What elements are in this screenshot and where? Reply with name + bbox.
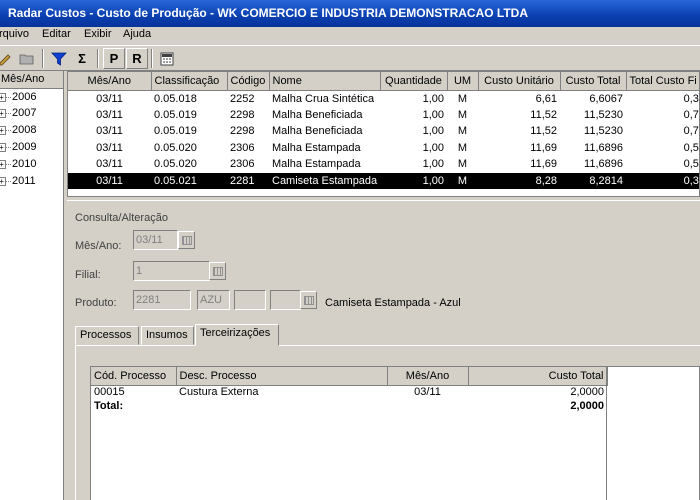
year-tree: Mês/Ano +2006 +2007 +2008 +2009 +2010 +2…: [0, 71, 64, 500]
open-folder-icon[interactable]: [16, 48, 38, 69]
cost-grid: Mês/Ano Classificação Código Nome Quanti…: [67, 71, 700, 197]
process-grid: Cód. Processo Desc. Processo Mês/Ano Cus…: [90, 366, 700, 500]
grid-border: [606, 367, 607, 500]
produto-code-field[interactable]: 2281: [133, 290, 191, 310]
menu-bar: rquivo Editar Exibir Ajuda: [0, 27, 700, 45]
r-button[interactable]: R: [126, 48, 148, 69]
tree-header: Mês/Ano: [0, 71, 64, 89]
tab-insumos[interactable]: Insumos: [141, 326, 194, 345]
mes-ano-label: Mês/Ano:: [75, 240, 122, 252]
menu-arquivo[interactable]: rquivo: [0, 28, 29, 40]
edit-icon[interactable]: [0, 48, 16, 69]
col-header-custo-total[interactable]: Custo Total: [560, 72, 627, 91]
col-header-total-custo-fixo[interactable]: Total Custo Fi: [626, 72, 699, 91]
tab-terceirizacoes[interactable]: Terceirizações: [195, 324, 279, 346]
table-row[interactable]: 03/11 0.05.018 2252 Malha Crua Sintética 1,0…: [68, 90, 699, 107]
col-header-desc-processo[interactable]: Desc. Processo: [176, 367, 388, 386]
produto-variant-field[interactable]: AZU: [197, 290, 230, 310]
col-header-custo-unitario[interactable]: Custo Unitário: [478, 72, 561, 91]
p-button[interactable]: P: [103, 48, 125, 69]
table-row[interactable]: 03/11 0.05.020 2306 Malha Estampada 1,00 M 11,…: [68, 140, 699, 157]
filial-field[interactable]: 1: [133, 261, 210, 281]
calculator-icon[interactable]: [156, 48, 178, 69]
table-row[interactable]: 00015 Custura Externa 03/11 2,0000: [91, 385, 607, 399]
table-row[interactable]: 03/11 0.05.019 2298 Malha Beneficiada 1,00 M 1…: [68, 123, 699, 140]
tab-processos[interactable]: Processos: [75, 326, 139, 345]
col-header-um[interactable]: UM: [447, 72, 479, 91]
col-header-mes-ano[interactable]: Mês/Ano: [68, 72, 152, 91]
section-label: Consulta/Alteração: [75, 212, 168, 224]
filter-icon[interactable]: [48, 48, 70, 69]
title-bar: Radar Custos - Custo de Produção - WK CO…: [0, 0, 700, 27]
calendar-icon[interactable]: [178, 231, 195, 249]
lookup-icon[interactable]: [209, 262, 226, 280]
table-row[interactable]: 03/11 0.05.019 2298 Malha Beneficiada 1,00 M 1…: [68, 107, 699, 124]
sum-button[interactable]: Σ: [71, 48, 93, 69]
table-row[interactable]: 03/11 0.05.020 2306 Malha Estampada 1,00 M 11,…: [68, 156, 699, 173]
col-header-cod-processo[interactable]: Cód. Processo: [91, 367, 177, 386]
total-row: Total: 2,0000: [94, 400, 604, 412]
col-header-mes-ano[interactable]: Mês/Ano: [387, 367, 469, 386]
col-header-quantidade[interactable]: Quantidade: [380, 72, 448, 91]
subgrid-header-row: Cód. Processo Desc. Processo Mês/Ano Cus…: [91, 367, 608, 386]
produto-extra-field[interactable]: [234, 290, 266, 310]
table-row-selected[interactable]: 03/11 0.05.021 2281 Camiseta Estampada 1,00 M…: [68, 172, 699, 189]
filial-label: Filial:: [75, 269, 101, 281]
grid-header-row: Mês/Ano Classificação Código Nome Quanti…: [68, 72, 699, 91]
toolbar-separator: [42, 49, 44, 68]
col-header-nome[interactable]: Nome: [269, 72, 381, 91]
col-header-codigo[interactable]: Código: [227, 72, 270, 91]
menu-editar[interactable]: Editar: [42, 28, 71, 40]
produto-label: Produto:: [75, 297, 117, 309]
window-title: Radar Custos - Custo de Produção - WK CO…: [8, 6, 529, 20]
toolbar: Σ P R: [0, 45, 700, 71]
lookup-icon[interactable]: [300, 291, 317, 309]
menu-exibir[interactable]: Exibir: [84, 28, 112, 40]
menu-ajuda[interactable]: Ajuda: [123, 28, 151, 40]
detail-panel: Consulta/Alteração Mês/Ano: 03/11 Filial…: [67, 200, 700, 500]
col-header-custo-total[interactable]: Custo Total: [468, 367, 608, 386]
toolbar-separator: [151, 49, 153, 68]
mes-ano-field[interactable]: 03/11: [133, 230, 178, 250]
produto-description: Camiseta Estampada - Azul: [325, 297, 461, 309]
produto-extra2-field[interactable]: [270, 290, 301, 310]
col-header-classificacao[interactable]: Classificação: [151, 72, 228, 91]
toolbar-separator: [97, 49, 99, 68]
